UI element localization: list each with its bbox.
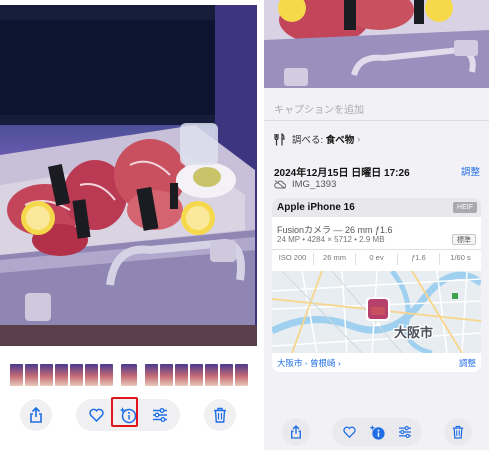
edit-button[interactable]	[391, 418, 419, 446]
favorite-button[interactable]	[335, 418, 363, 446]
image-specs: 24 MP • 4284 × 5712 • 2.9 MB	[277, 235, 385, 244]
visual-lookup-label: 調べる: 食べ物	[292, 132, 354, 146]
divider	[264, 120, 489, 121]
main-photo[interactable]	[0, 5, 257, 346]
device-header: Apple iPhone 16 HEIF	[272, 198, 481, 217]
datetime-row: 2024年12月15日 日曜日 17:26 調整	[274, 164, 480, 179]
thumbnail[interactable]	[205, 364, 218, 386]
heart-icon	[88, 408, 104, 422]
exif-exposure-bias: 0 ev	[356, 253, 398, 265]
heart-icon	[342, 426, 356, 438]
adjust-datetime-button[interactable]: 調整	[461, 164, 480, 178]
bottom-toolbar	[264, 417, 489, 447]
visual-lookup-row[interactable]: 調べる: 食べ物 ›	[272, 129, 360, 149]
thumbnail[interactable]	[160, 364, 173, 386]
exif-aperture: ƒ1.6	[398, 253, 440, 265]
adjust-sliders-icon	[153, 408, 167, 422]
exif-row: ISO 200 26 mm 0 ev ƒ1.6 1/60 s	[272, 253, 481, 265]
cloud-slash-icon	[274, 180, 286, 189]
fork-knife-icon	[272, 132, 286, 146]
thumbnail-selected[interactable]	[120, 363, 138, 387]
lookup-subject: 食べ物	[325, 135, 355, 146]
thumbnail[interactable]	[145, 364, 158, 386]
photo-preview-illustration	[264, 0, 489, 88]
location-map[interactable]: 大阪市	[272, 271, 481, 353]
thumbnail-strip[interactable]	[10, 363, 248, 387]
delete-button[interactable]	[444, 418, 472, 446]
share-icon	[291, 425, 301, 439]
bottom-toolbar	[0, 397, 257, 433]
photo-info-panel: キャプションを追加 調べる: 食べ物 › 2024年12月15日 日曜日 17:…	[264, 0, 489, 450]
thumbnail[interactable]	[70, 364, 83, 386]
photo-viewer-left	[0, 0, 257, 450]
filename: IMG_1393	[292, 179, 337, 190]
thumbnail[interactable]	[175, 364, 188, 386]
file-row: IMG_1393	[274, 179, 336, 190]
device-name: Apple iPhone 16	[277, 202, 355, 213]
info-button[interactable]	[363, 418, 391, 446]
exif-shutter: 1/60 s	[450, 253, 471, 262]
share-button[interactable]	[20, 399, 52, 431]
share-icon	[30, 407, 42, 423]
edit-button[interactable]	[144, 399, 176, 431]
thumbnail[interactable]	[55, 364, 68, 386]
thumbnail[interactable]	[10, 364, 23, 386]
location-name: 大阪市 - 曾根崎	[277, 358, 336, 368]
photo-illustration	[0, 5, 257, 346]
chevron-right-icon: ›	[357, 134, 361, 144]
thumbnail[interactable]	[220, 364, 233, 386]
info-button-highlight	[111, 397, 138, 427]
lookup-prefix: 調べる:	[292, 135, 326, 146]
metadata-card: Apple iPhone 16 HEIF Fusionカメラ — 26 mm ƒ…	[272, 198, 481, 372]
favorite-button[interactable]	[80, 399, 112, 431]
thumbnail[interactable]	[85, 364, 98, 386]
thumbnail[interactable]	[25, 364, 38, 386]
exif-iso: ISO 200	[272, 253, 314, 265]
action-group	[332, 418, 422, 446]
thumbnail[interactable]	[190, 364, 203, 386]
location-row[interactable]: 大阪市 - 曾根崎 › 調整	[272, 353, 481, 372]
share-button[interactable]	[282, 418, 310, 446]
exif-focal-length: 26 mm	[314, 253, 356, 265]
adjust-location-button[interactable]: 調整	[459, 357, 476, 369]
adjust-sliders-icon	[399, 426, 411, 438]
thumbnail[interactable]	[100, 364, 113, 386]
info-sparkle-icon-filled	[368, 424, 385, 440]
format-badge: HEIF	[453, 202, 477, 213]
caption-input[interactable]: キャプションを追加	[274, 101, 364, 116]
map-illustration: 大阪市	[272, 271, 481, 353]
thumbnail[interactable]	[235, 364, 248, 386]
photo-preview[interactable]	[264, 0, 489, 88]
delete-button[interactable]	[204, 399, 236, 431]
chevron-right-icon: ›	[337, 358, 341, 368]
trash-icon	[214, 407, 226, 423]
standard-badge: 標準	[452, 234, 476, 245]
location-label: 大阪市 - 曾根崎 ›	[277, 357, 341, 369]
map-city-label: 大阪市	[394, 325, 433, 341]
capture-datetime: 2024年12月15日 日曜日 17:26	[274, 168, 410, 179]
thumbnail[interactable]	[40, 364, 53, 386]
trash-icon	[452, 425, 464, 439]
divider	[272, 249, 481, 250]
